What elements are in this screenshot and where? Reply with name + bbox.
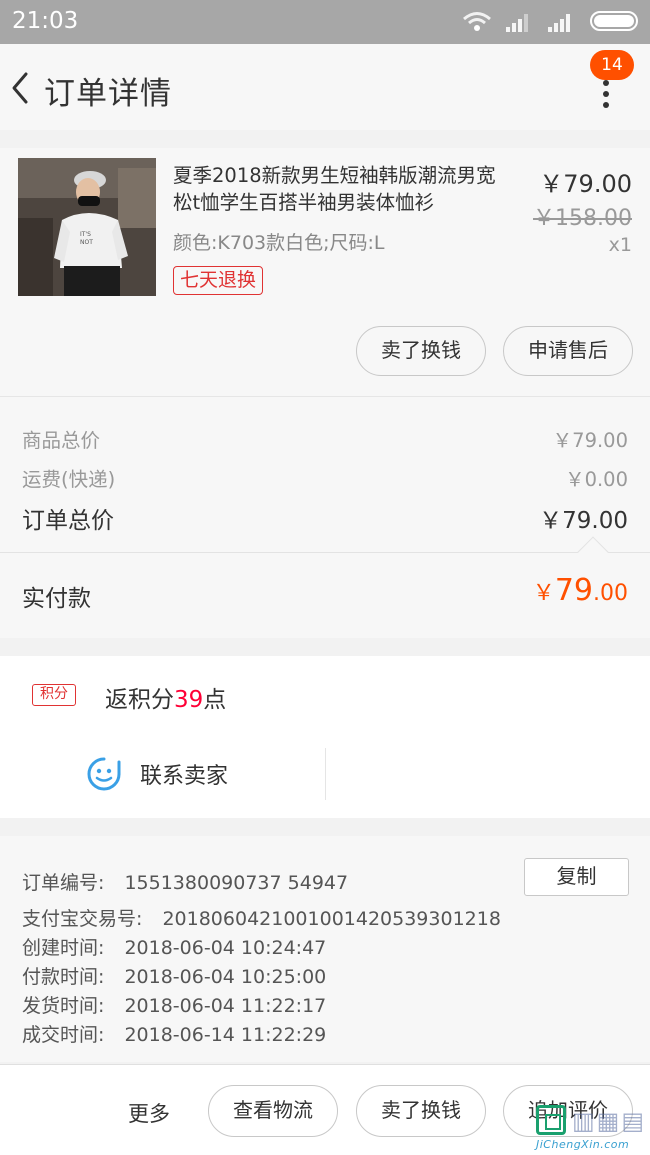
product-image[interactable]: IT'S NOT bbox=[18, 158, 156, 296]
closed-time-row: 成交时间: 2018-06-14 11:22:29 bbox=[22, 1020, 326, 1047]
shipped-time-value: 2018-06-04 11:22:17 bbox=[124, 995, 327, 1017]
order-total-row: 订单总价 ￥79.00 bbox=[22, 501, 628, 535]
product-spec: 颜色:K703款白色;尺码:L bbox=[173, 232, 385, 254]
paid-currency: ￥ bbox=[532, 581, 555, 606]
notification-badge: 14 bbox=[590, 50, 634, 80]
after-sale-button[interactable]: 申请售后 bbox=[503, 326, 633, 376]
contact-seller-label: 联系卖家 bbox=[140, 764, 229, 789]
wifi-icon bbox=[463, 12, 491, 31]
order-total-value: ￥79.00 bbox=[539, 508, 628, 534]
points-suffix: 点 bbox=[203, 687, 227, 713]
paid-time-row: 付款时间: 2018-06-04 10:25:00 bbox=[22, 962, 326, 989]
watermark-logo: ▥▦▤ JiChengXin.com bbox=[530, 1100, 650, 1155]
seven-day-return-tag: 七天退换 bbox=[173, 266, 264, 295]
paid-time-label: 付款时间: bbox=[22, 966, 105, 988]
page-title: 订单详情 bbox=[44, 76, 172, 112]
paid-label: 实付款 bbox=[22, 586, 91, 612]
paid-amount: ￥79.00 bbox=[533, 573, 628, 608]
contact-seller-button[interactable]: 联系卖家 bbox=[86, 756, 228, 792]
points-text: 返积分39点 bbox=[105, 680, 226, 714]
nav-bar: 订单详情 14 bbox=[0, 44, 650, 130]
product-name[interactable]: 夏季2018新款男生短袖韩版潮流男宽松t恤学生百搭半袖男装体恤衫 bbox=[173, 162, 513, 216]
shipping-label: 运费(快递) bbox=[22, 468, 116, 491]
paid-amount-dec: .00 bbox=[593, 581, 628, 606]
points-value: 39 bbox=[174, 687, 204, 713]
status-time: 21:03 bbox=[12, 8, 79, 34]
created-time-value: 2018-06-04 10:24:47 bbox=[124, 937, 327, 959]
paid-time-value: 2018-06-04 10:25:00 bbox=[124, 966, 327, 988]
more-menu-icon[interactable] bbox=[596, 80, 616, 110]
view-logistics-button[interactable]: 查看物流 bbox=[208, 1085, 338, 1137]
back-arrow-icon[interactable] bbox=[6, 68, 36, 108]
order-info: 订单编号: 1551380090737 54947 复制 支付宝交易号: 201… bbox=[0, 836, 650, 1062]
svg-text:IT'S: IT'S bbox=[80, 231, 91, 238]
sell-for-cash-button[interactable]: 卖了换钱 bbox=[356, 1085, 486, 1137]
copy-button[interactable]: 复制 bbox=[524, 858, 629, 896]
watermark-url: JiChengXin.com bbox=[536, 1138, 630, 1151]
svg-text:NOT: NOT bbox=[80, 239, 93, 246]
chat-face-icon bbox=[87, 757, 121, 791]
status-icons bbox=[462, 10, 638, 32]
battery-icon bbox=[590, 11, 638, 31]
paid-amount-int: 79 bbox=[554, 573, 593, 608]
shipping-value: ￥0.00 bbox=[565, 468, 628, 491]
order-number-label: 订单编号: bbox=[22, 872, 105, 894]
points-prefix: 返积分 bbox=[105, 687, 174, 713]
created-time-label: 创建时间: bbox=[22, 937, 105, 959]
watermark-glyphs: ▥▦▤ bbox=[572, 1107, 647, 1135]
created-time-row: 创建时间: 2018-06-04 10:24:47 bbox=[22, 933, 326, 960]
price-summary: 商品总价 ￥79.00 运费(快递) ￥0.00 订单总价 ￥79.00 bbox=[0, 396, 650, 552]
shipped-time-row: 发货时间: 2018-06-04 11:22:17 bbox=[22, 991, 326, 1018]
points-section: 积分 返积分39点 联系卖家 bbox=[0, 656, 650, 818]
signal-icon-2 bbox=[548, 10, 576, 32]
points-badge: 积分 bbox=[32, 684, 76, 706]
alipay-value: 2018060421001001420539301218 bbox=[162, 908, 501, 930]
more-button[interactable]: 更多 bbox=[128, 1098, 170, 1128]
alipay-label: 支付宝交易号: bbox=[22, 908, 143, 930]
closed-time-value: 2018-06-14 11:22:29 bbox=[124, 1024, 327, 1046]
product-quantity: x1 bbox=[608, 234, 632, 256]
status-bar: 21:03 bbox=[0, 0, 650, 44]
goods-total-row: 商品总价 ￥79.00 bbox=[22, 424, 628, 453]
order-number-row: 订单编号: 1551380090737 54947 bbox=[22, 868, 348, 895]
sell-button[interactable]: 卖了换钱 bbox=[356, 326, 486, 376]
watermark-square-icon bbox=[536, 1105, 566, 1135]
order-total-label: 订单总价 bbox=[22, 508, 114, 534]
paid-amount-row: 实付款 ￥79.00 bbox=[0, 536, 650, 638]
order-number-value: 1551380090737 54947 bbox=[124, 872, 349, 894]
product-price: ￥79.00 bbox=[539, 170, 632, 198]
alipay-row: 支付宝交易号: 2018060421001001420539301218 bbox=[22, 904, 501, 931]
goods-total-value: ￥79.00 bbox=[552, 429, 628, 452]
vertical-divider bbox=[325, 748, 326, 800]
closed-time-label: 成交时间: bbox=[22, 1024, 105, 1046]
shipped-time-label: 发货时间: bbox=[22, 995, 105, 1017]
product-original-price: ￥158.00 bbox=[533, 206, 632, 231]
product-card[interactable]: IT'S NOT 夏季2018新款男生短袖韩版潮流男宽松t恤学生百搭半袖男装体恤… bbox=[0, 148, 650, 396]
shipping-row: 运费(快递) ￥0.00 bbox=[22, 463, 628, 492]
signal-icon bbox=[506, 10, 534, 32]
goods-total-label: 商品总价 bbox=[22, 429, 101, 452]
